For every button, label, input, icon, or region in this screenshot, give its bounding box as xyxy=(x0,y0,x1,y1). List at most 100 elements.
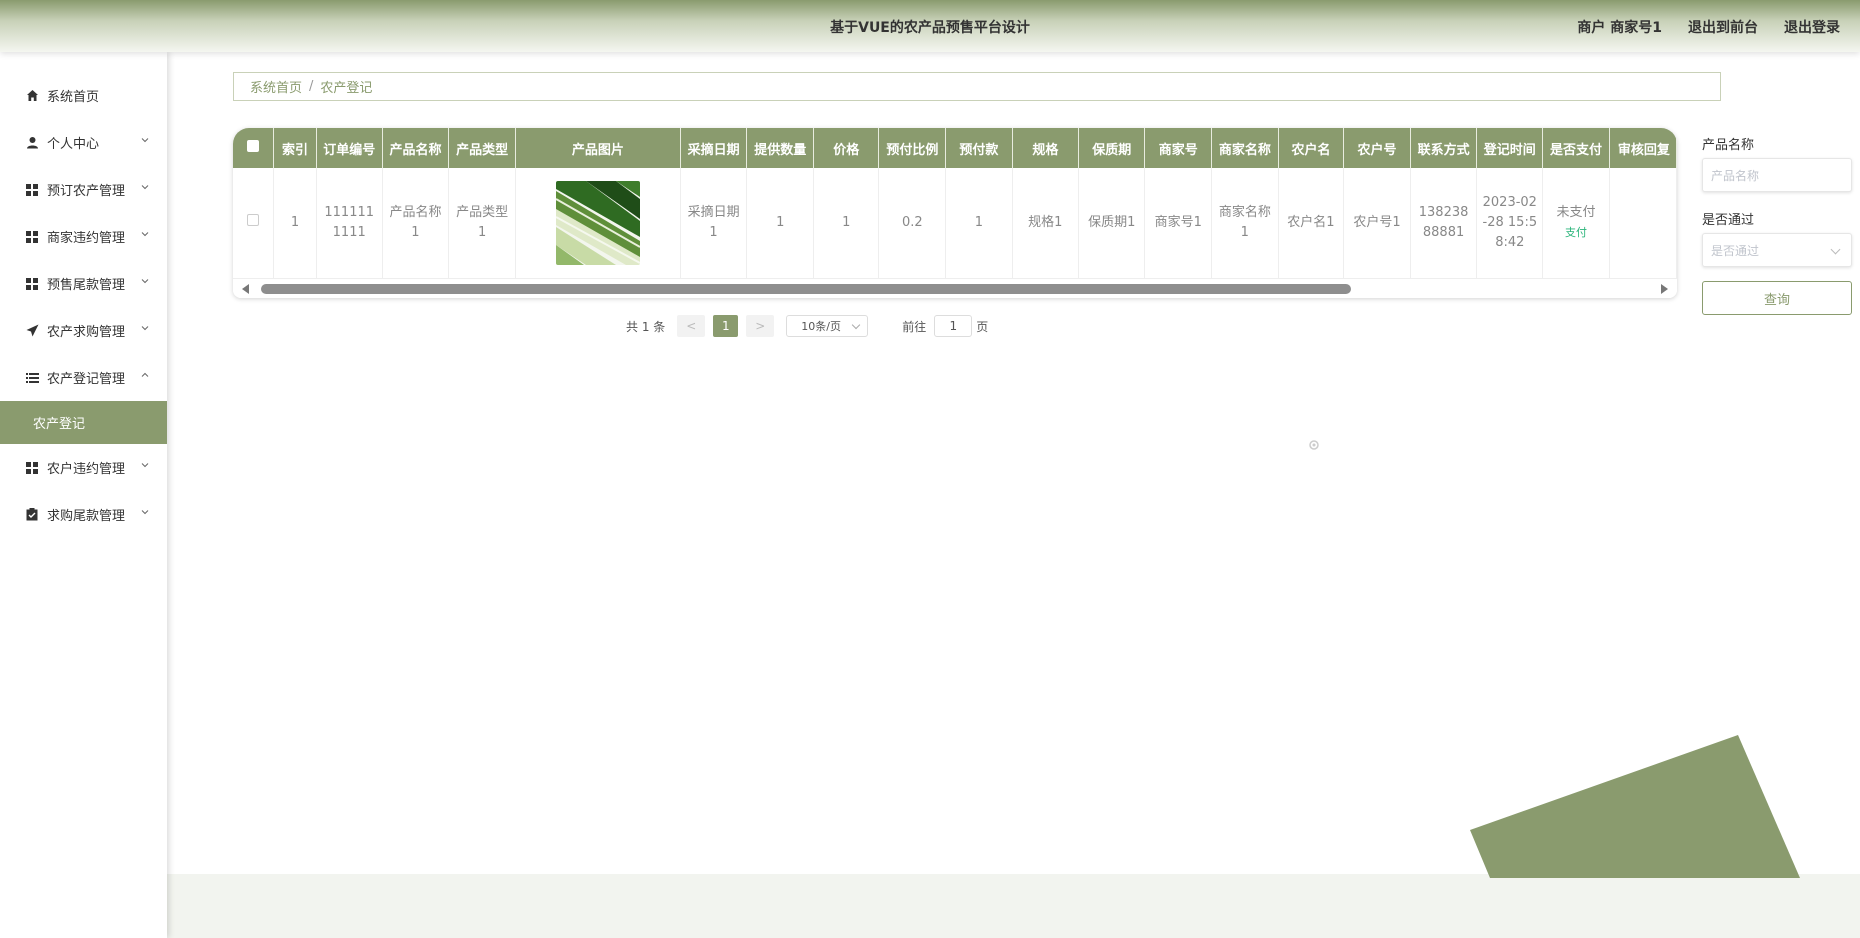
cell-spec: 规格1 xyxy=(1012,168,1079,279)
cell-index: 1 xyxy=(273,168,317,279)
table-header-row: 索引 订单编号 产品名称 产品类型 产品图片 采摘日期 提供数量 价格 预付比例… xyxy=(233,128,1677,168)
footer-band xyxy=(167,874,1860,938)
pagination-total: 共 1 条 xyxy=(626,319,666,334)
page-size-select[interactable]: 10条/页 xyxy=(786,315,869,337)
breadcrumb-separator: / xyxy=(309,79,314,94)
sidebar-item-label: 预订农产管理 xyxy=(47,184,126,199)
back-to-front-link[interactable]: 退出到前台 xyxy=(1688,17,1758,37)
chevron-down-icon xyxy=(141,326,149,331)
pass-status-label: 是否通过 xyxy=(1702,213,1755,228)
top-header: 基于VUE的农产品预售平台设计 商户 商家号1 退出到前台 退出登录 xyxy=(0,0,1860,52)
chevron-down-icon xyxy=(1830,244,1841,255)
sidebar-item-booking[interactable]: 预订农产管理 xyxy=(0,166,167,213)
chevron-up-icon xyxy=(141,372,149,377)
sidebar-item-label: 个人中心 xyxy=(47,137,100,152)
grid-icon xyxy=(25,461,39,475)
row-select-cell[interactable] xyxy=(233,168,275,279)
select-all-checkbox[interactable] xyxy=(247,140,260,152)
sidebar-item-purchase-balance[interactable]: 求购尾款管理 xyxy=(0,491,167,538)
cell-order-no: 1111111111 xyxy=(316,168,383,279)
chevron-down-icon xyxy=(141,510,149,515)
pagination: 共 1 条 < 1 > 10条/页 前往 1 页 xyxy=(626,315,988,337)
home-icon xyxy=(25,89,39,103)
cell-farmer-no: 农户号1 xyxy=(1343,168,1411,279)
user-icon xyxy=(25,136,39,150)
goto-page-input[interactable]: 1 xyxy=(934,315,973,337)
data-table: 索引 订单编号 产品名称 产品类型 产品图片 采摘日期 提供数量 价格 预付比例… xyxy=(233,128,1677,298)
send-icon xyxy=(25,324,39,338)
column-header: 采摘日期 xyxy=(680,128,748,168)
column-header: 订单编号 xyxy=(316,128,383,168)
cell-review xyxy=(1609,168,1677,279)
scrollbar-thumb[interactable] xyxy=(261,284,1351,294)
cell-merchant-no: 商家号1 xyxy=(1144,168,1212,279)
sidebar-item-label: 求购尾款管理 xyxy=(47,509,126,524)
sidebar-item-purchase[interactable]: 农产求购管理 xyxy=(0,307,167,354)
column-header: 产品名称 xyxy=(382,128,450,168)
logout-link[interactable]: 退出登录 xyxy=(1784,17,1840,37)
sidebar-item-merchant-default[interactable]: 商家违约管理 xyxy=(0,213,167,260)
column-header: 预付比例 xyxy=(878,128,947,168)
decorative-shape xyxy=(1470,735,1800,878)
cell-farmer-name: 农户名1 xyxy=(1278,168,1345,279)
cell-paid: 未支付 支付 xyxy=(1542,168,1610,279)
grid-icon xyxy=(25,277,39,291)
cell-product-image xyxy=(515,168,681,279)
sidebar-item-label: 系统首页 xyxy=(47,90,100,105)
column-header: 预付款 xyxy=(945,128,1013,168)
column-header: 商家号 xyxy=(1144,128,1212,168)
cell-pick-date: 采摘日期1 xyxy=(680,168,748,279)
goto-prefix: 前往 xyxy=(902,319,927,334)
chevron-down-icon xyxy=(141,463,149,468)
chevron-down-icon xyxy=(141,279,149,284)
query-button[interactable]: 查询 xyxy=(1702,281,1852,315)
column-header: 农户名 xyxy=(1278,128,1345,168)
chevron-down-icon xyxy=(141,232,149,237)
column-header: 保质期 xyxy=(1078,128,1146,168)
loading-cursor-icon xyxy=(1309,440,1319,450)
goto-suffix: 页 xyxy=(976,319,989,334)
column-header: 是否支付 xyxy=(1542,128,1610,168)
product-name-input[interactable]: 产品名称 xyxy=(1702,158,1852,192)
row-checkbox[interactable] xyxy=(247,213,260,226)
pay-button[interactable]: 支付 xyxy=(1547,223,1605,243)
sidebar-menu: 系统首页 个人中心 预订农产管理 商家违约管理 预售尾款管理 农产求购管理 农产… xyxy=(0,52,167,938)
column-header: 产品类型 xyxy=(448,128,517,168)
prev-page-button[interactable]: < xyxy=(677,315,706,337)
sidebar-item-label: 农产登记管理 xyxy=(47,372,126,387)
cell-prepay-ratio: 0.2 xyxy=(878,168,947,279)
scroll-left-icon[interactable] xyxy=(242,284,249,294)
pass-status-placeholder: 是否通过 xyxy=(1711,243,1760,258)
column-header: 索引 xyxy=(273,128,317,168)
sidebar-subitem-registration[interactable]: 农产登记 xyxy=(0,401,167,444)
select-all-header[interactable] xyxy=(233,128,275,168)
breadcrumb-current: 农产登记 xyxy=(320,81,373,96)
column-header: 规格 xyxy=(1012,128,1079,168)
leek-image xyxy=(555,180,640,265)
column-header: 产品图片 xyxy=(515,128,681,168)
column-header: 农户号 xyxy=(1343,128,1411,168)
column-header: 审核回复 xyxy=(1609,128,1677,168)
sidebar-item-label: 农产求购管理 xyxy=(47,325,126,340)
page-number-button[interactable]: 1 xyxy=(713,315,739,337)
breadcrumb: 系统首页 / 农产登记 xyxy=(233,72,1721,101)
breadcrumb-home[interactable]: 系统首页 xyxy=(250,77,302,96)
column-header: 商家名称 xyxy=(1211,128,1279,168)
column-header: 提供数量 xyxy=(746,128,815,168)
next-page-button[interactable]: > xyxy=(746,315,775,337)
sidebar-item-registration-mgmt[interactable]: 农产登记管理 xyxy=(0,354,167,401)
sidebar-item-profile[interactable]: 个人中心 xyxy=(0,119,167,166)
list-icon xyxy=(25,371,39,385)
chevron-down-icon xyxy=(141,138,149,143)
paid-status: 未支付 xyxy=(1556,204,1596,220)
sidebar-item-presale-balance[interactable]: 预售尾款管理 xyxy=(0,260,167,307)
horizontal-scrollbar[interactable] xyxy=(233,280,1677,298)
cell-product-name: 产品名称1 xyxy=(382,168,450,279)
column-header: 联系方式 xyxy=(1410,128,1478,168)
sidebar-item-farmer-default[interactable]: 农户违约管理 xyxy=(0,444,167,491)
pass-status-select[interactable]: 是否通过 xyxy=(1702,233,1852,267)
clipboard-icon xyxy=(25,508,39,522)
scroll-right-icon[interactable] xyxy=(1661,284,1668,294)
sidebar-item-home[interactable]: 系统首页 xyxy=(0,72,167,119)
search-panel: 产品名称 产品名称 是否通过 是否通过 查询 xyxy=(1702,134,1852,315)
